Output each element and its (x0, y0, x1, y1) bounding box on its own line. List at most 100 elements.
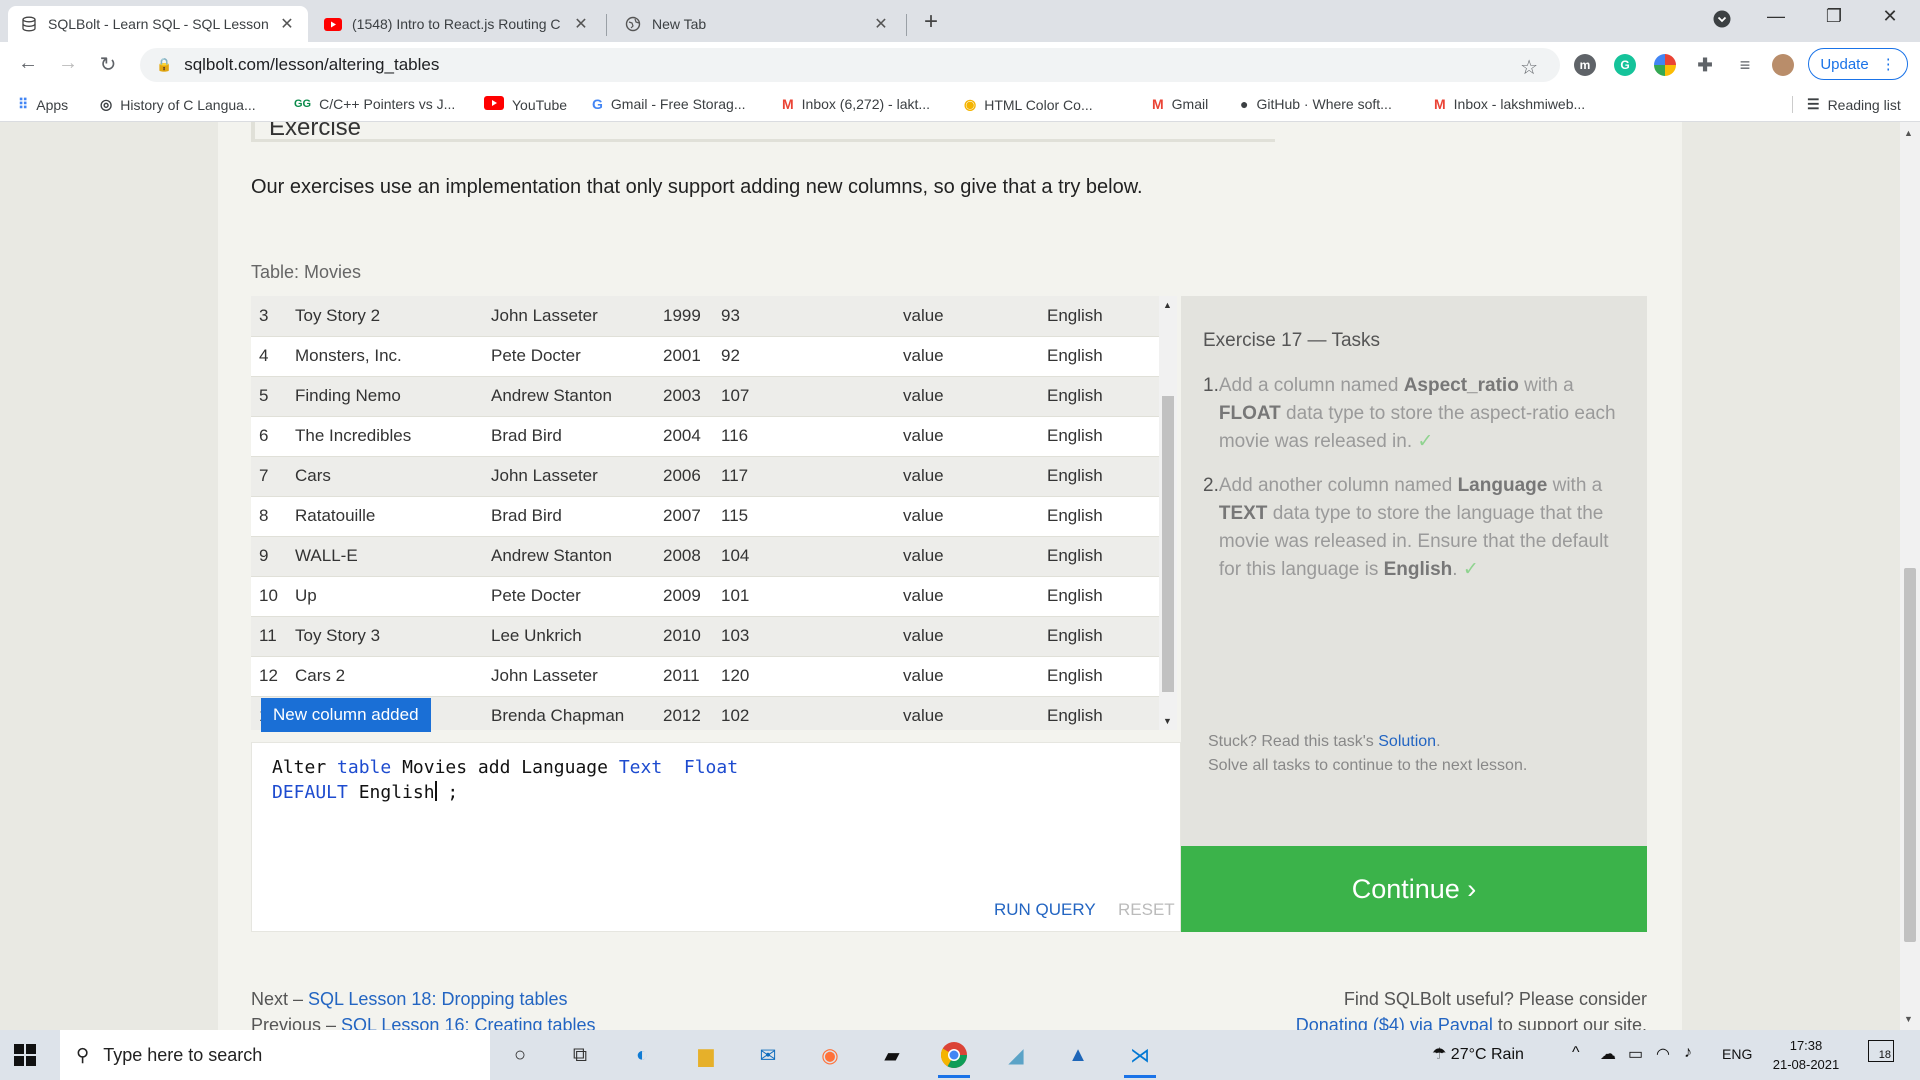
url-text: sqlbolt.com/lesson/altering_tables (184, 55, 440, 74)
tab-youtube[interactable]: (1548) Intro to React.js Routing C ✕ (312, 6, 602, 42)
table-cell: value (903, 346, 944, 365)
table-cell: 92 (721, 346, 740, 365)
firefox-icon[interactable]: ◉ (812, 1038, 848, 1072)
next-lesson-link[interactable]: SQL Lesson 18: Dropping tables (308, 989, 568, 1009)
forward-arrow-icon[interactable]: → (54, 52, 82, 75)
restore-icon[interactable]: ❐ (1814, 6, 1854, 27)
task-item: 2. Add another column named Language wit… (1203, 472, 1633, 584)
bookmark-item[interactable]: YouTube (484, 96, 567, 113)
sticky-notes-icon[interactable]: ▰ (874, 1038, 910, 1072)
taskbar-search[interactable]: ⚲ Type here to search (60, 1030, 490, 1080)
query-code[interactable]: Alter table Movies add Language Text Flo… (272, 755, 738, 805)
run-query-button[interactable]: RUN QUERY (994, 900, 1096, 920)
rain-icon: ☂ (1432, 1046, 1447, 1063)
edge-icon[interactable]: ◐ (624, 1038, 660, 1072)
tab-search-icon[interactable] (1702, 10, 1742, 33)
wifi-icon[interactable]: ◠ (1656, 1044, 1670, 1064)
table-cell: 2012 (663, 706, 701, 725)
new-tab-plus-icon[interactable]: + (924, 8, 938, 36)
table-cell: 11 (259, 626, 277, 645)
tab-sqlbolt[interactable]: SQLBolt - Learn SQL - SQL Lesson ✕ (8, 6, 308, 42)
bookmark-item[interactable]: M Inbox - lakshmiweb... (1434, 96, 1585, 112)
table-cell: Pete Docter (491, 586, 581, 605)
back-arrow-icon[interactable]: ← (14, 52, 42, 75)
puzzle-extensions-icon[interactable]: ✚ (1694, 54, 1716, 76)
page-scroll-thumb[interactable] (1904, 568, 1916, 942)
address-bar[interactable]: 🔒 sqlbolt.com/lesson/altering_tables ☆ (140, 48, 1560, 82)
photos-icon[interactable]: ▲ (1060, 1038, 1096, 1072)
bookmark-item[interactable]: GG C/C++ Pointers vs J... (294, 96, 455, 112)
bookmark-item[interactable]: ● GitHub · Where soft... (1240, 96, 1392, 112)
reading-list-icon: ☰ (1807, 96, 1820, 112)
system-clock[interactable]: 17:38 21-08-2021 (1766, 1036, 1846, 1074)
bookmark-apps[interactable]: ⠿ Apps (18, 96, 68, 113)
extension-icon[interactable]: m (1574, 54, 1596, 76)
task-bold: FLOAT (1218, 403, 1281, 424)
close-window-icon[interactable]: ✕ (1870, 6, 1910, 27)
bookmark-item[interactable]: M Gmail (1152, 96, 1208, 112)
onedrive-icon[interactable]: ☁ (1600, 1044, 1616, 1064)
battery-icon[interactable]: ▭ (1628, 1044, 1643, 1064)
scroll-up-icon[interactable]: ▲ (1904, 128, 1913, 138)
minimize-icon[interactable]: — (1756, 6, 1796, 27)
table-scrollbar[interactable]: ▲ ▼ (1159, 296, 1177, 730)
youtube-icon (324, 15, 342, 33)
language-indicator[interactable]: ENG (1722, 1046, 1752, 1062)
bookmark-item[interactable]: G Gmail - Free Storag... (592, 96, 745, 112)
volume-icon[interactable]: ♪ (1684, 1044, 1692, 1062)
grammarly-icon[interactable]: G (1614, 54, 1636, 76)
bookmark-item[interactable]: ◎ History of C Langua... (100, 96, 256, 113)
chrome-icon[interactable] (936, 1038, 972, 1078)
globe-icon (624, 15, 642, 33)
mail-icon[interactable]: ✉ (750, 1038, 786, 1072)
next-prefix: Next – (251, 989, 309, 1009)
table-cell: 102 (721, 706, 750, 725)
table-scroll-thumb[interactable] (1162, 396, 1174, 692)
clock-date: 21-08-2021 (1772, 1057, 1840, 1072)
show-hidden-icon[interactable]: ^ (1572, 1044, 1580, 1062)
task-view-icon[interactable]: ⧉ (562, 1038, 598, 1072)
solution-link[interactable]: Solution (1378, 733, 1436, 750)
windows-start-icon[interactable] (14, 1044, 38, 1068)
file-explorer-icon[interactable]: ▆ (688, 1038, 724, 1072)
reset-button[interactable]: RESET (1118, 900, 1175, 920)
close-tab-icon[interactable]: ✕ (872, 14, 890, 34)
close-tab-icon[interactable]: ✕ (572, 14, 590, 34)
continue-button[interactable]: Continue › (1181, 846, 1647, 932)
app-icon[interactable]: ◢ (998, 1038, 1034, 1072)
table-cell: The Incredibles (295, 426, 412, 445)
donate-link[interactable]: Donating ($4) via Paypal (1296, 1015, 1493, 1030)
media-queue-icon[interactable]: ≡ (1734, 54, 1756, 76)
page-scrollbar[interactable]: ▲ ▼ (1900, 122, 1920, 1030)
github-icon: ● (1240, 96, 1249, 112)
table-cell: value (903, 506, 944, 525)
reading-list[interactable]: ☰ Reading list (1792, 96, 1901, 113)
scroll-up-icon[interactable]: ▲ (1163, 300, 1172, 310)
color-picker-icon[interactable] (1654, 54, 1676, 76)
reload-icon[interactable]: ↻ (94, 52, 122, 77)
table-cell: Andrew Stanton (491, 546, 612, 565)
scroll-down-icon[interactable]: ▼ (1163, 716, 1172, 726)
avatar[interactable] (1772, 54, 1794, 76)
tab-new-tab[interactable]: New Tab ✕ (612, 6, 902, 42)
exercise-intro: Our exercises use an implementation that… (251, 176, 1143, 198)
bookmark-item[interactable]: M Inbox (6,272) - lakt... (782, 96, 930, 112)
notifications-icon[interactable]: 18 (1868, 1040, 1894, 1063)
code-token: English (358, 782, 435, 803)
table-cell: 7 (259, 466, 269, 485)
weather-widget[interactable]: ☂ 27°C Rain (1432, 1044, 1524, 1064)
page-viewport: Exercise Our exercises use an implementa… (0, 122, 1900, 1030)
vscode-icon[interactable]: ⋊ (1122, 1038, 1158, 1078)
movies-table-viewport[interactable]: 3 Toy Story 2 John Lasseter 1999 93 value Engl… (251, 296, 1177, 730)
update-button[interactable]: Update ⋮ (1808, 48, 1908, 80)
table-cell: Monsters, Inc. (295, 346, 402, 365)
close-tab-icon[interactable]: ✕ (278, 14, 296, 34)
bookmark-item[interactable]: ◉ HTML Color Co... (964, 96, 1093, 113)
previous-lesson-link[interactable]: SQL Lesson 16: Creating tables (341, 1015, 596, 1030)
bookmark-star-icon[interactable]: ☆ (1520, 55, 1538, 80)
scroll-down-icon[interactable]: ▼ (1904, 1014, 1913, 1024)
table-cell: value (903, 706, 944, 725)
table-row: 9 WALL-E Andrew Stanton 2008 104 value English (251, 536, 1161, 576)
cortana-icon[interactable]: ○ (502, 1038, 538, 1072)
table-cell: 107 (721, 386, 750, 405)
